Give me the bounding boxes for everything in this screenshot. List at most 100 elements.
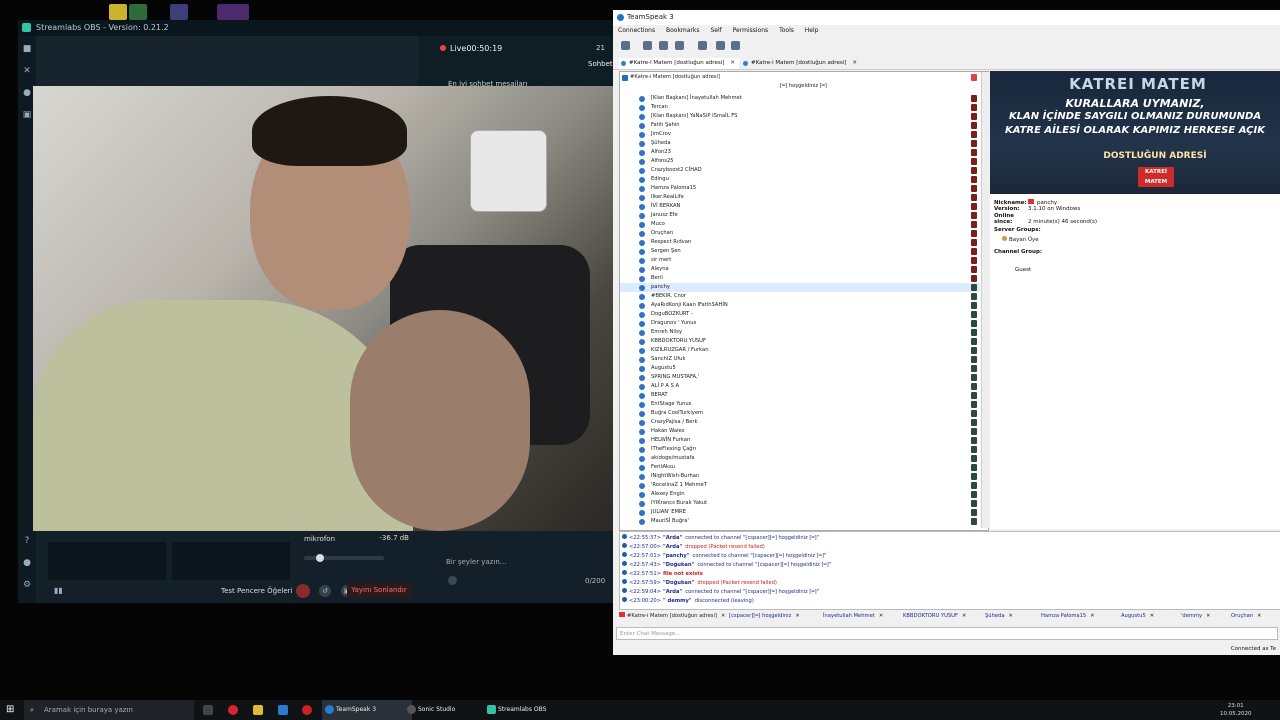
server-row[interactable]: #Katre-i Matem [dostluğun adresi] [620, 73, 980, 82]
subscribe-icon[interactable] [716, 41, 725, 50]
user-row[interactable]: Hamza Paloma15 [620, 184, 980, 193]
user-row[interactable]: CrazyPajlsa / Berk [620, 418, 980, 427]
user-row[interactable]: Buğra CoolTurkiyem [620, 409, 980, 418]
emoji-icon[interactable] [448, 576, 457, 585]
dashboard-icon[interactable]: ■ [22, 44, 32, 54]
connect-icon[interactable] [621, 41, 630, 50]
away-icon[interactable] [659, 41, 668, 50]
desktop-app-icon[interactable] [109, 4, 127, 20]
store-icon[interactable]: ▣ [22, 110, 32, 120]
record-button[interactable] [296, 584, 310, 598]
mute-speakers-icon[interactable] [698, 41, 707, 50]
chat-tab[interactable]: Sohbet [588, 60, 613, 68]
user-row[interactable]: Alexey Engin [620, 490, 980, 499]
windows-start-icon[interactable]: ⊞ [6, 704, 17, 715]
chat-tab-private[interactable]: Augustu5 ✕ [1121, 611, 1154, 621]
theme-icon[interactable]: ● [22, 88, 32, 98]
menu-connections[interactable]: Connections [618, 27, 655, 34]
user-row[interactable]: Sergen Şen [620, 247, 980, 256]
user-row[interactable]: JULIAN' EMRE [620, 508, 980, 517]
user-row[interactable]: FeritAksu [620, 463, 980, 472]
server-tab[interactable]: #Katre-i Matem [dostluğun adresi] ✕ [741, 58, 857, 69]
chat-tab-channel[interactable]: [cspacer][═] hoşgeldiniz ✕ [729, 611, 800, 621]
user-row[interactable]: SPRING MUSTAFA,' [620, 373, 980, 382]
user-row[interactable]: Fatih Şahin [620, 121, 980, 130]
user-row[interactable]: Ilker.RealLife [620, 193, 980, 202]
help-icon[interactable]: ? [22, 536, 32, 546]
user-row[interactable]: AyaRıdKonji Kaan IFatihSAHİN [620, 301, 980, 310]
desktop-app-icon[interactable] [170, 4, 188, 20]
user-row[interactable]: akidoge/mustafa [620, 454, 980, 463]
user-row[interactable]: Respect Rıdvan [620, 238, 980, 247]
user-row[interactable]: Aleyna [620, 265, 980, 274]
user-row[interactable]: [Klan Başkanı] YaNaSiP ISmaİL FS [620, 112, 980, 121]
menu-help[interactable]: Help [805, 27, 819, 34]
chrome-icon[interactable] [228, 705, 238, 715]
user-row[interactable]: Alfon23 [620, 148, 980, 157]
user-row[interactable]: Beril [620, 274, 980, 283]
user-row[interactable]: KIZILRUZGAR / Furkan [620, 346, 980, 355]
user-row[interactable]: INightWish-Burhan [620, 472, 980, 481]
taskbar-sonic-studio[interactable]: Sonic Studio [404, 700, 494, 720]
user-row[interactable]: MauriSİ Buğra' [620, 517, 980, 526]
sources-panel[interactable] [172, 542, 290, 580]
desktop-app-icon[interactable] [217, 4, 249, 20]
user-row[interactable]: Edingu [620, 175, 980, 184]
mute-mic-icon[interactable] [675, 41, 684, 50]
user-row[interactable]: BERAT [620, 391, 980, 400]
chat-tab-private[interactable]: Şüheda ✕ [985, 611, 1013, 621]
channel-row[interactable]: [═] hoşgeldiniz [═] [620, 82, 980, 91]
ts-chat-input[interactable]: Enter Chat Message... [616, 627, 1278, 640]
disconnect-icon[interactable] [643, 41, 652, 50]
task-view-icon[interactable] [203, 705, 213, 715]
mic-volume-handle[interactable] [316, 554, 324, 562]
user-row[interactable]: Oruçhan [620, 229, 980, 238]
user-row[interactable]: Crazyboost2 CİHAD [620, 166, 980, 175]
user-row[interactable]: ALİ P A S A [620, 382, 980, 391]
chat-input[interactable]: Bir şeyler yazın... [446, 558, 506, 566]
user-row[interactable]: JimCrov [620, 130, 980, 139]
user-row[interactable]: #BEKIR. Cnor [620, 292, 980, 301]
chat-tab-private[interactable]: Hamza Paloma15 ✕ [1041, 611, 1095, 621]
taskbar-streamlabs[interactable]: Streamlabs OBS [484, 700, 578, 720]
menu-tools[interactable]: Tools [779, 27, 794, 34]
settings-icon[interactable]: ⚙ [22, 580, 32, 590]
taskbar-teamspeak[interactable]: TeamSpeak 3 [322, 700, 412, 720]
user-row[interactable]: Muco [620, 220, 980, 229]
user-row[interactable]: EntStage Yunus [620, 400, 980, 409]
taskbar-clock[interactable]: 23:01 10.05.2020 [1220, 702, 1252, 718]
replay-icon[interactable]: ↺ [319, 585, 331, 597]
end-stream-button[interactable]: Yayını Sonlandır [347, 583, 411, 598]
channel-tree-scrollbar[interactable] [981, 72, 989, 528]
mail-icon[interactable] [278, 705, 288, 715]
user-row[interactable]: Augustu5 [620, 364, 980, 373]
chat-tab-private[interactable]: İnayetullah Mehmet ✕ [823, 611, 883, 621]
user-row[interactable]: SanchiZ Ufuk [620, 355, 980, 364]
record-icon[interactable]: ● [22, 558, 32, 568]
user-row[interactable]: Janusz Efe [620, 211, 980, 220]
user-row[interactable]: HELWİN Furkan [620, 436, 980, 445]
user-row[interactable]: Emreh Nilsy [620, 328, 980, 337]
user-row[interactable]: sir mert [620, 256, 980, 265]
chat-tab-server[interactable]: #Katre-i Matem [dostluğun adresi] ✕ [619, 611, 725, 621]
chat-tab-private[interactable]: KBBDOKTORU YUSUF ✕ [903, 611, 966, 621]
user-row[interactable]: Alfons25 [620, 157, 980, 166]
user-row[interactable]: Tercan [620, 103, 980, 112]
app-icon[interactable] [302, 705, 312, 715]
desktop-app-icon[interactable] [129, 4, 147, 20]
user-row[interactable]: [Klan Başkanı] İnayetullah Mehmet [620, 94, 980, 103]
user-row[interactable]: 'RocelinaZ 1 MehmeT [620, 481, 980, 490]
user-row[interactable]: ITheFlexing Çağrı [620, 445, 980, 454]
taskbar-search[interactable]: ⌕ Aramak için buraya yazın [24, 700, 194, 720]
tools-icon[interactable]: ✕ [22, 66, 32, 76]
chat-tab-private[interactable]: Oruçhan ✕ [1231, 611, 1261, 621]
menu-self[interactable]: Self [710, 27, 721, 34]
user-row[interactable]: Hakan Wales [620, 427, 980, 436]
scenes-panel[interactable] [48, 542, 166, 580]
chat-tab-private[interactable]: 'demmy ✕ [1181, 611, 1210, 621]
user-row[interactable]: Dragunov ' Yunus [620, 319, 980, 328]
stats-icon[interactable]: ▮▮ [54, 586, 63, 595]
menu-permissions[interactable]: Permissions [733, 27, 769, 34]
file-explorer-icon[interactable] [253, 705, 263, 715]
user-row[interactable]: KBBDOKTORU YUSUF [620, 337, 980, 346]
